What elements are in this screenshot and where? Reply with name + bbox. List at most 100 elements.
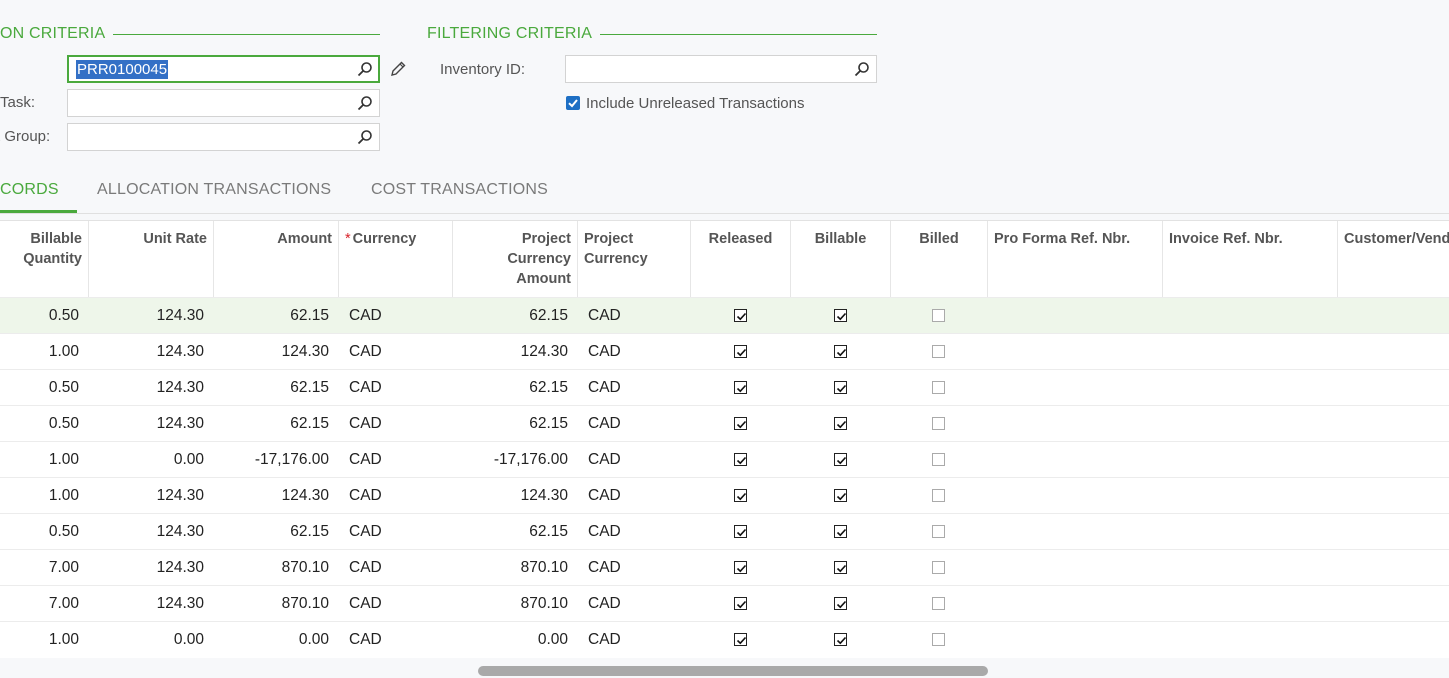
- project-currency-cell[interactable]: CAD: [578, 550, 691, 586]
- unit-rate-cell[interactable]: 124.30: [89, 586, 214, 622]
- billed-checkbox[interactable]: [932, 345, 945, 358]
- search-icon[interactable]: [357, 95, 373, 111]
- project-currency-cell[interactable]: CAD: [578, 586, 691, 622]
- billable-quantity-cell[interactable]: 1.00: [0, 622, 89, 658]
- amount-cell[interactable]: 0.00: [214, 622, 339, 658]
- col-unit-rate[interactable]: Unit Rate: [89, 221, 214, 297]
- table-row[interactable]: 0.50 124.30 62.15 CAD 62.15 CAD: [0, 297, 1449, 334]
- table-row[interactable]: 7.00 124.30 870.10 CAD 870.10 CAD: [0, 549, 1449, 586]
- billable-quantity-cell[interactable]: 1.00: [0, 478, 89, 514]
- billed-checkbox[interactable]: [932, 525, 945, 538]
- project-currency-cell[interactable]: CAD: [578, 370, 691, 406]
- col-billable-quantity[interactable]: Billable Quantity: [0, 221, 89, 297]
- project-currency-amount-cell[interactable]: 62.15: [453, 370, 578, 406]
- table-row[interactable]: 1.00 124.30 124.30 CAD 124.30 CAD: [0, 333, 1449, 370]
- unit-rate-cell[interactable]: 124.30: [89, 370, 214, 406]
- table-row[interactable]: 1.00 0.00 -17,176.00 CAD -17,176.00 CAD: [0, 441, 1449, 478]
- table-row[interactable]: 7.00 124.30 870.10 CAD 870.10 CAD: [0, 585, 1449, 622]
- project-currency-amount-cell[interactable]: 62.15: [453, 514, 578, 550]
- billable-checkbox[interactable]: [834, 489, 847, 502]
- currency-cell[interactable]: CAD: [339, 442, 453, 478]
- billable-checkbox[interactable]: [834, 417, 847, 430]
- tab-allocation-transactions[interactable]: ALLOCATION TRANSACTIONS: [97, 181, 331, 199]
- pencil-icon[interactable]: [389, 60, 407, 78]
- col-project-currency-amount[interactable]: Project Currency Amount: [453, 221, 578, 297]
- released-checkbox[interactable]: [734, 489, 747, 502]
- billable-quantity-cell[interactable]: 1.00: [0, 442, 89, 478]
- tab-cost-transactions[interactable]: COST TRANSACTIONS: [371, 181, 548, 199]
- billed-checkbox[interactable]: [932, 417, 945, 430]
- table-row[interactable]: 0.50 124.30 62.15 CAD 62.15 CAD: [0, 513, 1449, 550]
- billed-checkbox[interactable]: [932, 633, 945, 646]
- billed-checkbox[interactable]: [932, 309, 945, 322]
- col-released[interactable]: Released: [691, 221, 791, 297]
- currency-cell[interactable]: CAD: [339, 586, 453, 622]
- project-currency-cell[interactable]: CAD: [578, 514, 691, 550]
- unit-rate-cell[interactable]: 124.30: [89, 334, 214, 370]
- project-currency-amount-cell[interactable]: 62.15: [453, 298, 578, 334]
- billed-checkbox[interactable]: [932, 597, 945, 610]
- billable-quantity-cell[interactable]: 1.00: [0, 334, 89, 370]
- amount-cell[interactable]: 62.15: [214, 370, 339, 406]
- table-row[interactable]: 1.00 124.30 124.30 CAD 124.30 CAD: [0, 477, 1449, 514]
- project-currency-amount-cell[interactable]: 124.30: [453, 334, 578, 370]
- tab-records[interactable]: CORDS: [0, 181, 59, 199]
- col-billed[interactable]: Billed: [891, 221, 988, 297]
- billable-quantity-cell[interactable]: 7.00: [0, 550, 89, 586]
- project-currency-amount-cell[interactable]: 870.10: [453, 586, 578, 622]
- project-currency-cell[interactable]: CAD: [578, 442, 691, 478]
- unit-rate-cell[interactable]: 124.30: [89, 406, 214, 442]
- billable-quantity-cell[interactable]: 0.50: [0, 298, 89, 334]
- amount-cell[interactable]: 124.30: [214, 334, 339, 370]
- currency-cell[interactable]: CAD: [339, 550, 453, 586]
- billable-checkbox[interactable]: [834, 345, 847, 358]
- billable-checkbox[interactable]: [834, 597, 847, 610]
- billable-quantity-cell[interactable]: 0.50: [0, 406, 89, 442]
- amount-cell[interactable]: 62.15: [214, 406, 339, 442]
- unit-rate-cell[interactable]: 124.30: [89, 298, 214, 334]
- amount-cell[interactable]: 124.30: [214, 478, 339, 514]
- released-checkbox[interactable]: [734, 597, 747, 610]
- billed-checkbox[interactable]: [932, 453, 945, 466]
- billable-checkbox[interactable]: [834, 309, 847, 322]
- billable-checkbox[interactable]: [834, 453, 847, 466]
- currency-cell[interactable]: CAD: [339, 622, 453, 658]
- released-checkbox[interactable]: [734, 561, 747, 574]
- unit-rate-cell[interactable]: 0.00: [89, 622, 214, 658]
- amount-cell[interactable]: 62.15: [214, 298, 339, 334]
- billable-checkbox[interactable]: [834, 633, 847, 646]
- released-checkbox[interactable]: [734, 345, 747, 358]
- project-currency-amount-cell[interactable]: -17,176.00: [453, 442, 578, 478]
- project-currency-cell[interactable]: CAD: [578, 298, 691, 334]
- currency-cell[interactable]: CAD: [339, 370, 453, 406]
- project-currency-cell[interactable]: CAD: [578, 406, 691, 442]
- amount-cell[interactable]: -17,176.00: [214, 442, 339, 478]
- inventory-id-field[interactable]: [565, 55, 877, 83]
- project-currency-amount-cell[interactable]: 870.10: [453, 550, 578, 586]
- unit-rate-cell[interactable]: 0.00: [89, 442, 214, 478]
- search-icon[interactable]: [854, 61, 870, 77]
- ref-nbr-field[interactable]: PRR0100045: [67, 55, 380, 83]
- search-icon[interactable]: [357, 61, 373, 77]
- released-checkbox[interactable]: [734, 309, 747, 322]
- col-pro-forma-ref-nbr[interactable]: Pro Forma Ref. Nbr.: [988, 221, 1163, 297]
- currency-cell[interactable]: CAD: [339, 334, 453, 370]
- project-currency-amount-cell[interactable]: 124.30: [453, 478, 578, 514]
- col-currency[interactable]: * Currency: [339, 221, 453, 297]
- released-checkbox[interactable]: [734, 417, 747, 430]
- currency-cell[interactable]: CAD: [339, 406, 453, 442]
- billable-checkbox[interactable]: [834, 381, 847, 394]
- billed-checkbox[interactable]: [932, 381, 945, 394]
- project-currency-cell[interactable]: CAD: [578, 622, 691, 658]
- released-checkbox[interactable]: [734, 453, 747, 466]
- billed-checkbox[interactable]: [932, 489, 945, 502]
- amount-cell[interactable]: 870.10: [214, 550, 339, 586]
- project-currency-cell[interactable]: CAD: [578, 478, 691, 514]
- col-project-currency[interactable]: Project Currency: [578, 221, 691, 297]
- amount-cell[interactable]: 62.15: [214, 514, 339, 550]
- unit-rate-cell[interactable]: 124.30: [89, 514, 214, 550]
- released-checkbox[interactable]: [734, 633, 747, 646]
- billable-quantity-cell[interactable]: 0.50: [0, 370, 89, 406]
- billable-checkbox[interactable]: [834, 525, 847, 538]
- search-icon[interactable]: [357, 129, 373, 145]
